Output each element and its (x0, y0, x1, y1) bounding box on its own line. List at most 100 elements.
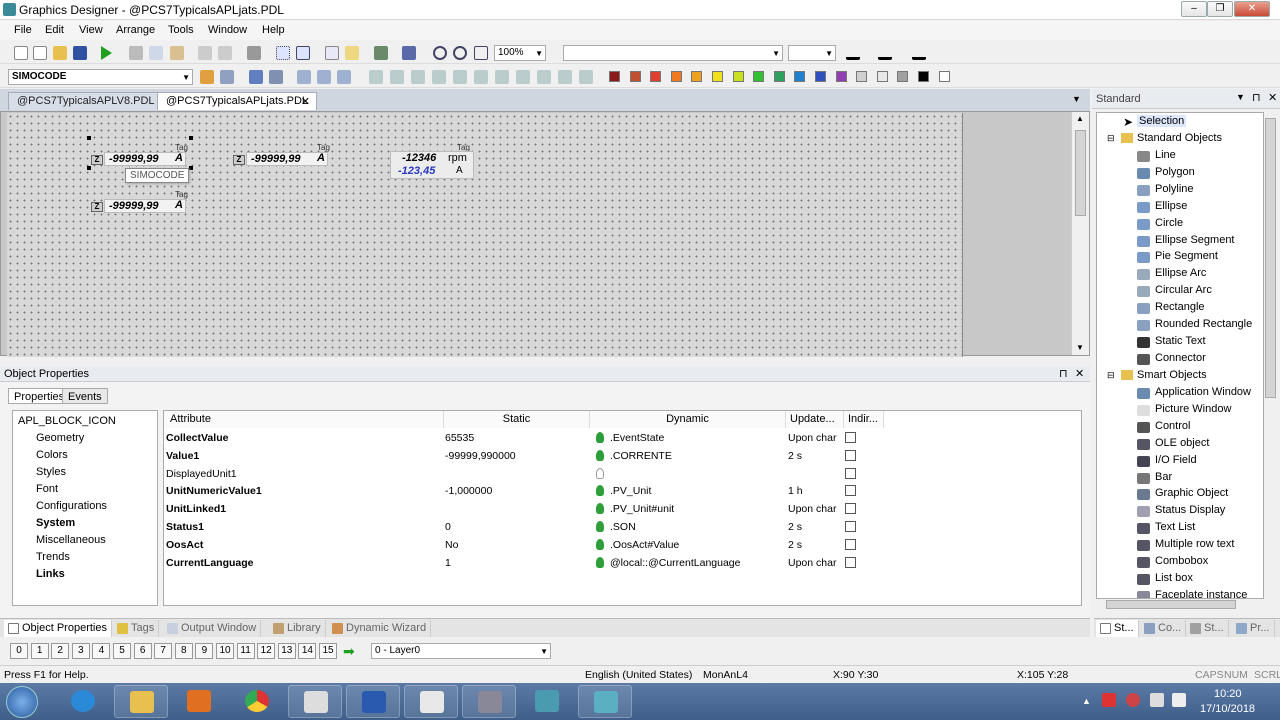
attribute-row[interactable]: DisplayedUnit1 (164, 466, 1081, 484)
rotate-icon[interactable] (337, 70, 351, 84)
taskbar-simatic[interactable] (288, 685, 342, 718)
object-type-item[interactable]: Circle (1155, 217, 1183, 229)
object-type-item[interactable]: Connector (1155, 352, 1206, 364)
cut-icon[interactable] (129, 46, 143, 60)
menu-window[interactable]: Window (208, 24, 247, 36)
standard-hscroll[interactable] (1096, 599, 1264, 611)
attr-dynamic[interactable]: .PV_Unit (610, 485, 651, 497)
indirect-checkbox[interactable] (845, 503, 856, 515)
runtime-icon[interactable] (101, 46, 112, 60)
attribute-row[interactable]: Value1 -99999,990000 .CORRENTE 2 s (164, 448, 1081, 466)
block-icon-3[interactable]: Tag Z -99999,99 A (89, 186, 193, 216)
selection-handle[interactable] (189, 166, 193, 170)
object-type-item[interactable]: Combobox (1155, 555, 1208, 567)
line-color-icon[interactable] (846, 46, 860, 60)
ungroup-icon[interactable] (220, 70, 234, 84)
tree-colors[interactable]: Colors (36, 449, 68, 461)
attr-static[interactable]: -99999,990000 (445, 450, 516, 462)
align-bottom-icon[interactable] (432, 70, 446, 84)
library-icon[interactable] (345, 46, 359, 60)
col-attribute[interactable]: Attribute (164, 411, 444, 428)
object-type-item[interactable]: Bar (1155, 471, 1172, 483)
zoom-area-icon[interactable] (474, 46, 488, 60)
object-type-item[interactable]: Picture Window (1155, 403, 1231, 415)
tree-selection[interactable]: Selection (1137, 115, 1187, 127)
color-swatch[interactable] (815, 71, 826, 82)
color-swatch[interactable] (629, 71, 641, 82)
taskbar-media[interactable] (172, 685, 226, 718)
object-type-item[interactable]: Faceplate instance (1155, 589, 1247, 598)
attribute-row[interactable]: CollectValue 65535 .EventState Upon char (164, 430, 1081, 448)
taskbar-graphics-designer[interactable] (578, 685, 632, 718)
dynamic-bulb-icon[interactable] (596, 485, 604, 497)
color-swatch[interactable] (609, 71, 620, 82)
maximize-button[interactable]: ❐ (1207, 1, 1233, 17)
tab-events[interactable]: Events (62, 388, 108, 404)
attribute-row[interactable]: Status1 0 .SON 2 s (164, 519, 1081, 537)
standard-vscroll[interactable] (1264, 112, 1278, 599)
layer-combo[interactable]: 0 - Layer0 ▼ (371, 643, 551, 659)
object-type-item[interactable]: I/O Field (1155, 454, 1197, 466)
color-swatch[interactable] (753, 71, 765, 82)
tab-standard[interactable]: St... (1096, 620, 1139, 637)
zoom-out-icon[interactable] (453, 46, 467, 60)
color-swatch[interactable] (732, 71, 744, 82)
attr-update[interactable]: Upon char (788, 557, 836, 569)
block-icon-2[interactable]: Tag Z -99999,99 A (231, 139, 335, 169)
color-swatch[interactable] (918, 71, 929, 82)
object-type-item[interactable]: Pie Segment (1155, 250, 1218, 262)
close-panel-icon[interactable]: ✕ (1268, 91, 1277, 104)
dynamic-bulb-icon[interactable] (596, 467, 604, 479)
dynamic-bulb-icon[interactable] (596, 432, 604, 443)
attr-static[interactable]: 65535 (445, 432, 474, 444)
collapse-icon[interactable]: ⊟ (1107, 133, 1115, 144)
same-size-icon[interactable] (579, 70, 593, 84)
dynamic-bulb-icon[interactable] (596, 449, 604, 461)
color-swatch[interactable] (856, 71, 868, 82)
tab-tags[interactable]: Tags (113, 620, 160, 637)
help-cursor-icon[interactable] (402, 46, 416, 60)
layer-button[interactable]: 15 (319, 643, 337, 659)
attr-update[interactable]: Upon char (788, 503, 836, 515)
dynamic-bulb-icon[interactable] (596, 521, 604, 532)
attr-static[interactable]: No (445, 539, 458, 551)
object-type-item[interactable]: Rounded Rectangle (1155, 318, 1252, 330)
attribute-row[interactable]: UnitNumericValue1 -1,000000 .PV_Unit 1 h (164, 483, 1081, 501)
indirect-checkbox[interactable] (845, 449, 856, 461)
taskbar-wincc[interactable] (520, 685, 574, 718)
align-top-icon[interactable] (411, 70, 425, 84)
menu-arrange[interactable]: Arrange (116, 24, 155, 36)
center-h-icon[interactable] (453, 70, 467, 84)
indirect-checkbox[interactable] (845, 467, 856, 479)
object-type-item[interactable]: Line (1155, 149, 1176, 161)
indirect-checkbox[interactable] (845, 538, 856, 550)
attribute-row[interactable]: OosAct No .OosAct#Value 2 s (164, 537, 1081, 555)
object-type-item[interactable]: Static Text (1155, 335, 1206, 347)
properties-icon[interactable] (374, 46, 388, 60)
flip-icon[interactable] (317, 70, 331, 84)
color-swatch[interactable] (938, 71, 950, 82)
start-button[interactable] (6, 686, 38, 718)
attr-dynamic[interactable]: .OosAct#Value (610, 539, 679, 551)
object-type-item[interactable]: Status Display (1155, 504, 1225, 516)
attr-static[interactable]: -1,000000 (445, 485, 492, 497)
tab-styles[interactable]: St... (1186, 620, 1229, 637)
attr-static[interactable]: 1 (445, 557, 451, 569)
object-type-item[interactable]: Application Window (1155, 386, 1251, 398)
indirect-checkbox[interactable] (845, 521, 856, 532)
distribute-h-icon[interactable] (495, 70, 509, 84)
attr-dynamic[interactable]: @local::@CurrentLanguage (610, 557, 740, 569)
tree-font[interactable]: Font (36, 483, 58, 495)
col-static[interactable]: Static (444, 411, 590, 428)
object-type-item[interactable]: Graphic Object (1155, 487, 1228, 499)
tree-links[interactable]: Links (36, 568, 65, 580)
object-type-item[interactable]: Polygon (1155, 166, 1195, 178)
color-swatch[interactable] (712, 71, 723, 82)
close-tab-icon[interactable]: ✕ (301, 95, 310, 108)
dropdown-icon[interactable]: ▼ (1236, 92, 1245, 102)
same-height-icon[interactable] (558, 70, 572, 84)
color-swatch[interactable] (835, 71, 847, 82)
tab-object-properties[interactable]: Object Properties (4, 620, 112, 637)
zoom-combo[interactable]: 100% ▼ (494, 45, 546, 61)
attr-update[interactable]: 2 s (788, 450, 802, 462)
